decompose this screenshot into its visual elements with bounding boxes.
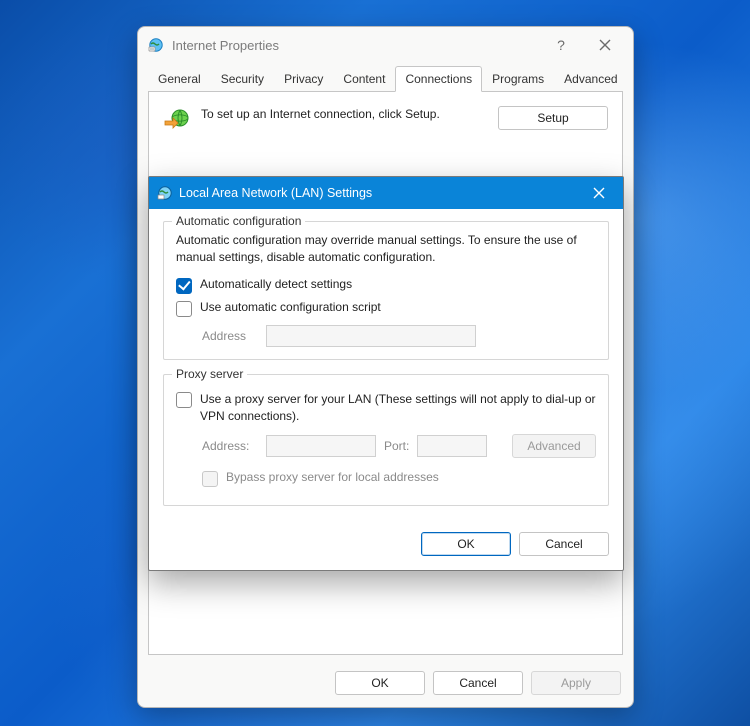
tab-programs[interactable]: Programs bbox=[482, 66, 554, 92]
internet-options-icon bbox=[157, 185, 173, 201]
tab-security[interactable]: Security bbox=[211, 66, 274, 92]
auto-script-checkbox[interactable] bbox=[176, 301, 192, 317]
auto-script-address-label: Address bbox=[202, 329, 258, 343]
auto-config-help: Automatic configuration may override man… bbox=[176, 232, 596, 267]
auto-script-label: Use automatic configuration script bbox=[200, 300, 381, 314]
proxy-address-input bbox=[266, 435, 376, 457]
lan-close-button[interactable] bbox=[579, 181, 619, 205]
close-button[interactable] bbox=[583, 31, 627, 59]
setup-text: To set up an Internet connection, click … bbox=[201, 106, 488, 123]
proxy-port-input bbox=[417, 435, 487, 457]
auto-script-address-input bbox=[266, 325, 476, 347]
lan-body: Automatic configuration Automatic config… bbox=[149, 209, 623, 528]
lan-settings-dialog: Local Area Network (LAN) Settings Automa… bbox=[148, 176, 624, 571]
tab-strip: General Security Privacy Content Connect… bbox=[138, 65, 633, 91]
proxy-bypass-checkbox bbox=[202, 471, 218, 487]
auto-detect-checkbox[interactable] bbox=[176, 278, 192, 294]
proxy-use-row[interactable]: Use a proxy server for your LAN (These s… bbox=[176, 391, 596, 425]
auto-detect-row[interactable]: Automatically detect settings bbox=[176, 277, 596, 294]
proxy-bypass-label: Bypass proxy server for local addresses bbox=[226, 470, 439, 484]
internet-options-icon bbox=[148, 37, 164, 53]
proxy-bypass-row: Bypass proxy server for local addresses bbox=[202, 470, 596, 487]
proxy-group-title: Proxy server bbox=[172, 367, 247, 381]
tab-privacy[interactable]: Privacy bbox=[274, 66, 333, 92]
proxy-address-row: Address: Port: Advanced bbox=[202, 434, 596, 458]
setup-globe-icon bbox=[163, 106, 191, 134]
parent-ok-button[interactable]: OK bbox=[335, 671, 425, 695]
setup-button[interactable]: Setup bbox=[498, 106, 608, 130]
lan-titlebar: Local Area Network (LAN) Settings bbox=[149, 177, 623, 209]
tab-connections[interactable]: Connections bbox=[395, 66, 482, 92]
lan-ok-button[interactable]: OK bbox=[421, 532, 511, 556]
window-title: Internet Properties bbox=[172, 38, 539, 53]
auto-config-group: Automatic configuration Automatic config… bbox=[163, 221, 609, 360]
lan-title: Local Area Network (LAN) Settings bbox=[179, 186, 579, 200]
help-button[interactable]: ? bbox=[539, 31, 583, 59]
setup-row: To set up an Internet connection, click … bbox=[163, 106, 608, 134]
auto-config-group-title: Automatic configuration bbox=[172, 214, 305, 228]
proxy-group: Proxy server Use a proxy server for your… bbox=[163, 374, 609, 507]
proxy-use-label: Use a proxy server for your LAN (These s… bbox=[200, 391, 596, 425]
titlebar: Internet Properties ? bbox=[138, 27, 633, 63]
lan-cancel-button[interactable]: Cancel bbox=[519, 532, 609, 556]
auto-script-row[interactable]: Use automatic configuration script bbox=[176, 300, 596, 317]
proxy-use-checkbox[interactable] bbox=[176, 392, 192, 408]
proxy-address-label: Address: bbox=[202, 439, 258, 453]
auto-detect-label: Automatically detect settings bbox=[200, 277, 352, 291]
proxy-port-label: Port: bbox=[384, 439, 409, 453]
tab-advanced[interactable]: Advanced bbox=[554, 66, 627, 92]
lan-footer: OK Cancel bbox=[149, 528, 623, 570]
parent-cancel-button[interactable]: Cancel bbox=[433, 671, 523, 695]
proxy-advanced-button: Advanced bbox=[512, 434, 596, 458]
tab-general[interactable]: General bbox=[148, 66, 211, 92]
auto-script-address-row: Address bbox=[202, 325, 596, 347]
parent-footer: OK Cancel Apply bbox=[138, 663, 633, 707]
tab-content[interactable]: Content bbox=[333, 66, 395, 92]
parent-apply-button: Apply bbox=[531, 671, 621, 695]
